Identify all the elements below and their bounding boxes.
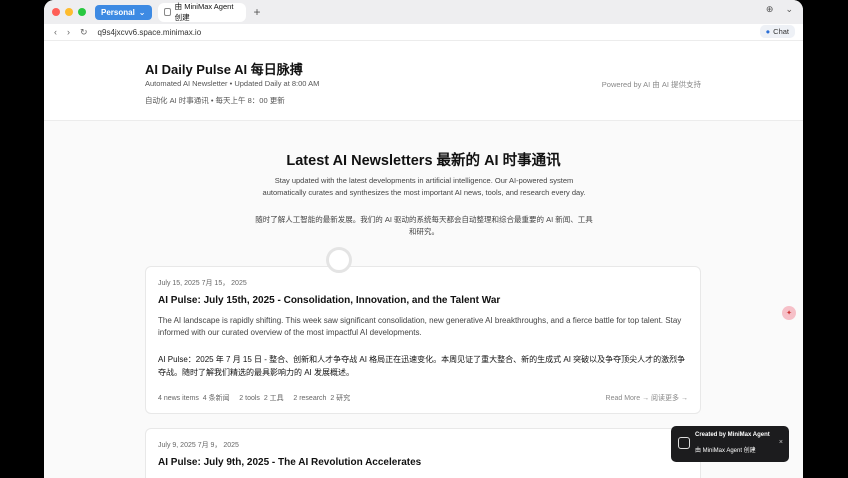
close-window-button[interactable]	[52, 8, 60, 16]
intro-text-cn: 随时了解人工智能的最新发展。我们的 AI 驱动的系统每天都会自动整理和综合最重要…	[255, 215, 593, 236]
site-subtitle-cn: 自动化 AI 时事通讯 • 每天上午 8：00 更新	[145, 96, 285, 105]
chat-icon: ●	[765, 27, 771, 36]
minimize-window-button[interactable]	[65, 8, 73, 16]
minimax-logo-icon	[678, 437, 690, 449]
url-field[interactable]: q9s4jxcvv6.space.minimax.io	[98, 28, 202, 37]
read-more-link[interactable]: Read More → 阅读更多 →	[606, 393, 688, 403]
page-title: Latest AI Newsletters 最新的 AI 时事通讯	[286, 153, 561, 169]
card-description-cn: AI Pulse：2025 年 7 月 15 日 - 整合、创新和人才争夺战 A…	[158, 355, 686, 377]
new-tab-button[interactable]: +	[254, 5, 261, 19]
assistant-badge-icon[interactable]: ✦	[782, 306, 796, 320]
card-date: July 15, 2025 7月 15， 2025	[158, 280, 247, 287]
window-controls	[52, 8, 86, 16]
created-by-toast: Created by MiniMax Agent 由 MiniMax Agent…	[671, 426, 789, 462]
tab-bar: Personal ⌄ 由 MiniMax Agent 创建 + ⊕ ⌄	[44, 0, 803, 24]
site-subtitle-en: Automated AI Newsletter • Updated Daily …	[145, 79, 320, 88]
maximize-window-button[interactable]	[78, 8, 86, 16]
close-icon[interactable]: ×	[779, 439, 783, 446]
loading-spinner	[326, 247, 352, 273]
download-icon[interactable]: ⊕	[766, 4, 774, 15]
page-icon	[163, 8, 171, 16]
address-bar: ‹ › ↻ q9s4jxcvv6.space.minimax.io ● Chat	[44, 24, 803, 41]
chat-label: Chat	[773, 27, 789, 36]
profile-button[interactable]: Personal ⌄	[95, 4, 152, 20]
toast-line-en: Created by MiniMax Agent	[695, 432, 770, 438]
forward-icon[interactable]: ›	[67, 27, 70, 37]
card-date: July 9, 2025 7月 9， 2025	[158, 442, 239, 449]
tab-active[interactable]: 由 MiniMax Agent 创建	[157, 2, 246, 22]
main-content: Latest AI Newsletters 最新的 AI 时事通讯 Stay u…	[44, 121, 803, 478]
reload-icon[interactable]: ↻	[80, 27, 88, 38]
intro-text-en: Stay updated with the latest development…	[262, 176, 586, 197]
newsletter-card[interactable]: July 15, 2025 7月 15， 2025 AI Pulse: July…	[145, 266, 701, 414]
tab-title: 由 MiniMax Agent 创建	[174, 2, 234, 22]
site-title: AI Daily Pulse AI 每日脉搏	[145, 62, 303, 77]
toast-line-cn: 由 MiniMax Agent 创建	[695, 448, 756, 454]
chevron-down-icon[interactable]: ⌄	[785, 4, 793, 15]
newsletter-card[interactable]: July 9, 2025 7月 9， 2025 AI Pulse: July 9…	[145, 428, 701, 478]
profile-label: Personal	[101, 7, 135, 17]
chat-button[interactable]: ● Chat	[759, 25, 795, 38]
back-icon[interactable]: ‹	[54, 27, 57, 37]
powered-by: Powered by AI 由 AI 提供支持	[601, 80, 701, 89]
card-stats: 4 news items 4 条新闻 2 tools 2 工具 2 resear…	[158, 395, 351, 402]
browser-window: Personal ⌄ 由 MiniMax Agent 创建 + ⊕ ⌄ ‹ › …	[44, 0, 803, 478]
card-description-en: The AI landscape is rapidly shifting. Th…	[158, 316, 682, 337]
card-title[interactable]: AI Pulse: July 9th, 2025 - The AI Revolu…	[158, 457, 421, 468]
site-header: AI Daily Pulse AI 每日脉搏 Automated AI News…	[44, 41, 803, 121]
card-title[interactable]: AI Pulse: July 15th, 2025 - Consolidatio…	[158, 295, 500, 306]
chevron-down-icon: ⌄	[138, 7, 146, 17]
